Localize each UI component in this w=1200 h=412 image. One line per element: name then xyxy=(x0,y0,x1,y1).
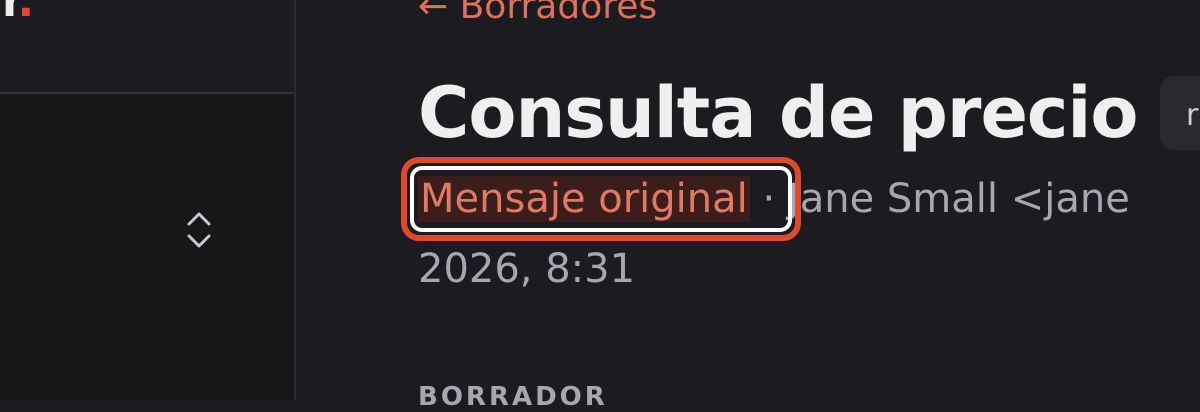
chevron-up-down-icon[interactable] xyxy=(184,210,214,250)
app-logo[interactable]: r. xyxy=(2,0,34,24)
logo-letter: r xyxy=(2,0,17,27)
sidebar-header: r. xyxy=(0,0,294,94)
main-content: ← Borradores Consulta de precio r Mensaj… xyxy=(298,0,1200,400)
chevron-up-down-svg xyxy=(185,210,213,250)
logo-dot: . xyxy=(17,0,34,27)
status-badge[interactable]: r xyxy=(1160,76,1200,150)
sender-text: · Jane Small <jane xyxy=(750,176,1130,222)
original-message-link[interactable]: Mensaje original xyxy=(418,176,750,222)
page-title: Consulta de precio xyxy=(418,72,1138,154)
message-meta: Mensaje original · Jane Small <jane xyxy=(418,176,1130,222)
message-date: 2026, 8:31 xyxy=(418,246,635,292)
draft-section-label: BORRADOR xyxy=(418,382,608,412)
sidebar: r. xyxy=(0,0,296,400)
back-to-drafts-link[interactable]: ← Borradores xyxy=(418,0,657,27)
